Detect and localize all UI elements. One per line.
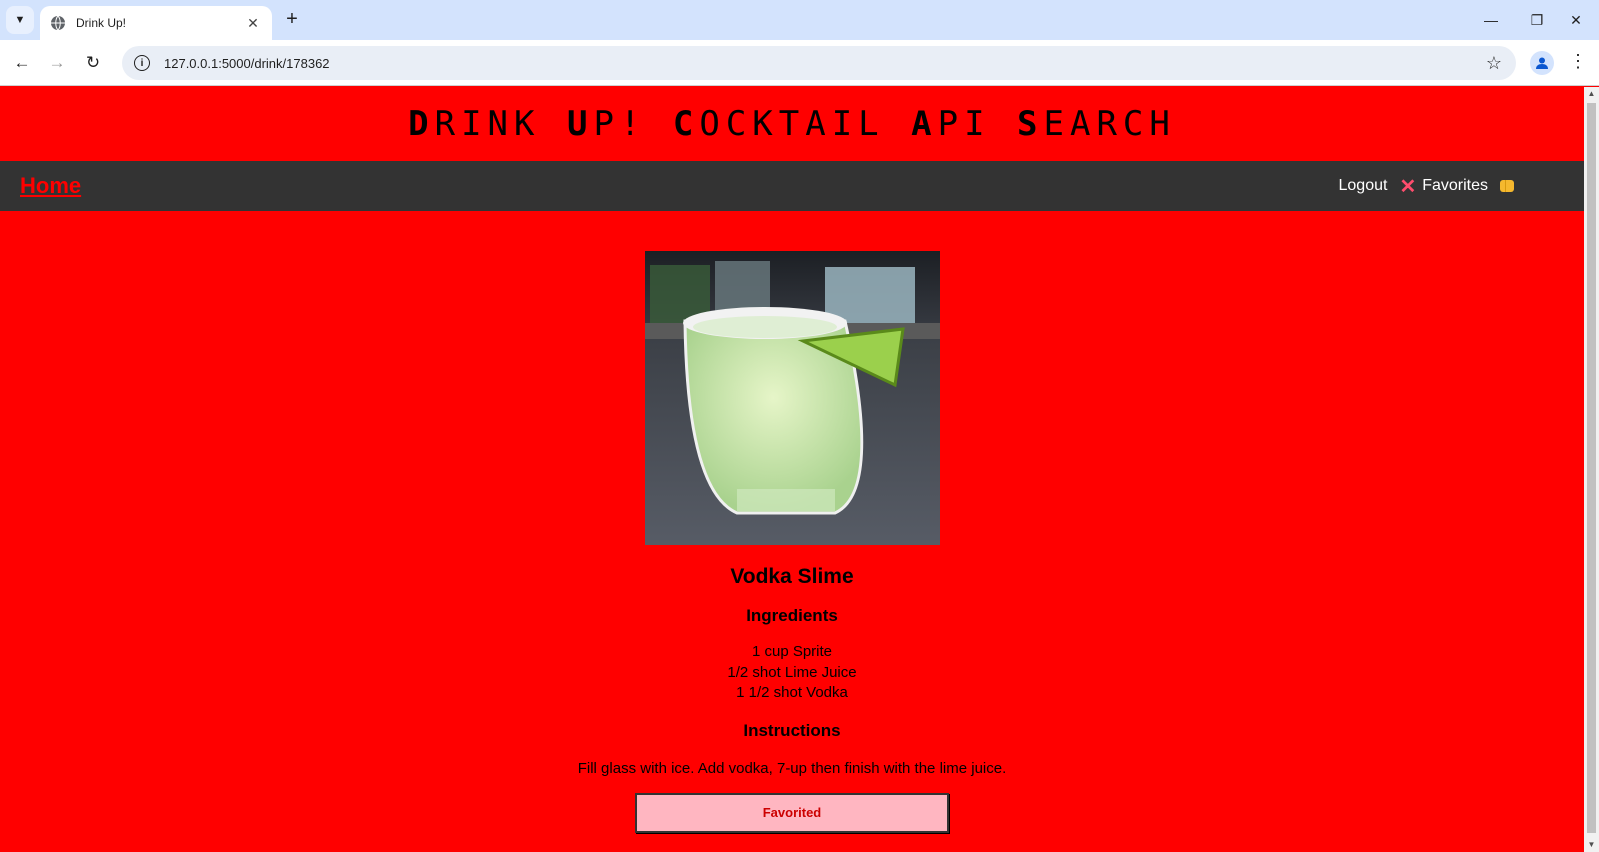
url-text[interactable]: 127.0.0.1:5000/drink/178362 xyxy=(164,56,1486,71)
minimize-window-button[interactable]: — xyxy=(1468,0,1514,40)
home-link[interactable]: Home xyxy=(20,173,81,199)
back-button[interactable]: ← xyxy=(8,49,36,77)
arrow-right-icon: → xyxy=(48,53,66,72)
favorited-button[interactable]: Favorited xyxy=(635,792,949,833)
page-viewport: DRINK UP! COCKTAIL API SEARCH Home Logou… xyxy=(0,87,1584,852)
site-title: DRINK UP! COCKTAIL API SEARCH xyxy=(408,104,1176,144)
site-info-icon[interactable]: i xyxy=(134,55,150,71)
nav-right: Logout ✕ Favorites xyxy=(1339,174,1514,199)
scroll-down-icon[interactable]: ▼ xyxy=(1584,838,1599,852)
close-window-button[interactable]: ✕ xyxy=(1553,0,1599,40)
ingredient-item: 1/2 shot Lime Juice xyxy=(727,663,857,681)
instructions-heading: Instructions xyxy=(743,720,841,740)
globe-icon xyxy=(50,15,66,31)
logout-link[interactable]: Logout xyxy=(1339,177,1388,195)
new-tab-button[interactable]: + xyxy=(280,8,304,32)
profile-avatar[interactable] xyxy=(1530,51,1554,75)
browser-toolbar: ← → ↻ i 127.0.0.1:5000/drink/178362 ☆ ⋮ xyxy=(0,40,1599,86)
drink-name: Vodka Slime xyxy=(730,565,854,588)
ingredients-heading: Ingredients xyxy=(746,606,838,625)
browser-tab[interactable]: Drink Up! ✕ xyxy=(40,6,272,40)
site-nav: Home Logout ✕ Favorites xyxy=(0,161,1584,211)
page-scrollbar[interactable]: ▲ ▼ xyxy=(1584,87,1599,852)
reload-button[interactable]: ↻ xyxy=(79,49,107,77)
arrow-left-icon: ← xyxy=(13,53,31,72)
tab-title: Drink Up! xyxy=(76,16,127,30)
person-icon xyxy=(1536,57,1548,69)
reload-icon: ↻ xyxy=(85,53,101,72)
browser-tab-strip: ▼ Drink Up! ✕ + — ❐ ✕ xyxy=(0,0,1599,40)
chevron-down-icon: ▼ xyxy=(14,14,26,26)
drink-photo xyxy=(644,251,940,545)
site-header: DRINK UP! COCKTAIL API SEARCH xyxy=(0,87,1584,161)
bookmark-star-icon[interactable]: ☆ xyxy=(1486,53,1502,74)
scrollbar-thumb[interactable] xyxy=(1587,103,1596,833)
tab-search-button[interactable]: ▼ xyxy=(6,6,34,34)
coin-stack-icon xyxy=(1500,180,1514,192)
address-bar[interactable]: i 127.0.0.1:5000/drink/178362 ☆ xyxy=(122,46,1516,80)
favorites-link[interactable]: Favorites xyxy=(1422,177,1488,195)
instructions-text: Fill glass with ice. Add vodka, 7-up the… xyxy=(577,759,1007,777)
forward-button[interactable]: → xyxy=(43,49,71,77)
close-x-icon: ✕ xyxy=(1399,175,1417,198)
ingredient-item: 1 1/2 shot Vodka xyxy=(736,684,848,701)
ingredient-item: 1 cup Sprite xyxy=(751,643,833,660)
close-tab-icon[interactable]: ✕ xyxy=(244,15,262,32)
browser-menu-button[interactable]: ⋮ xyxy=(1568,51,1588,75)
scroll-up-icon[interactable]: ▲ xyxy=(1584,87,1599,101)
ingredients-list: 1 cup Sprite 1/2 shot Lime Juice 1 1/2 s… xyxy=(727,642,856,704)
drink-detail: Vodka Slime Ingredients 1 cup Sprite 1/2… xyxy=(0,211,1584,833)
